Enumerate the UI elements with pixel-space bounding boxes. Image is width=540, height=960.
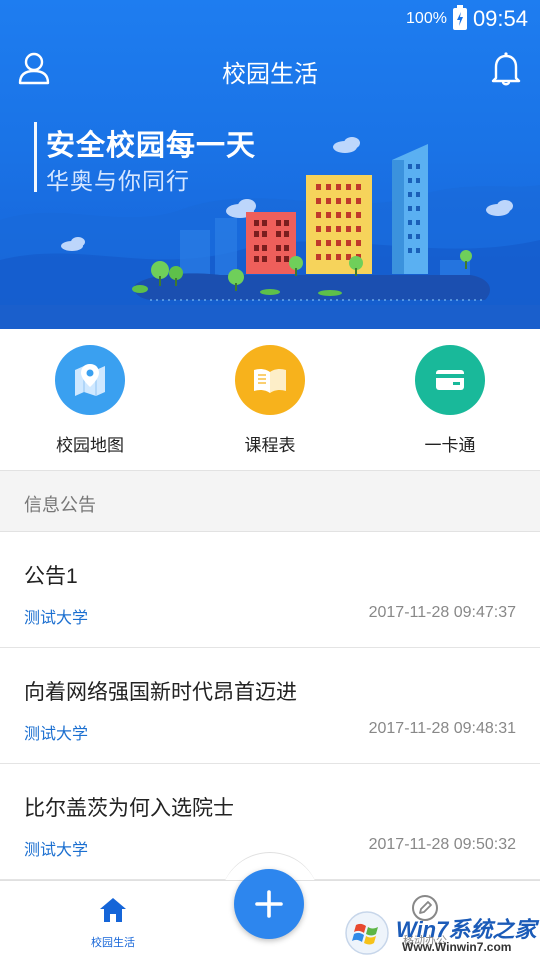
campus-card-label: 一卡通 (424, 436, 476, 455)
open-book-icon (254, 368, 286, 393)
notice-title: 公告1 (24, 565, 78, 588)
notice-time: 2017-11-28 09:50:32 (368, 836, 516, 853)
card-icon (436, 370, 464, 390)
plus-icon (255, 890, 283, 918)
watermark-url: Www.Winwin7.com (402, 940, 512, 954)
notices-section-header: 信息公告 (0, 470, 540, 532)
campus-card-icon-circle (415, 345, 485, 415)
status-bar: 100% 09:54 (0, 0, 540, 36)
campus-card-button[interactable]: 一卡通 (385, 345, 515, 456)
notice-title: 向着网络强国新时代昂首迈进 (24, 681, 297, 704)
title-bar: 校园生活 (0, 44, 540, 92)
notices-section-title: 信息公告 (24, 495, 96, 515)
notice-source: 测试大学 (24, 726, 89, 743)
bell-icon (491, 52, 521, 86)
notice-source: 测试大学 (24, 842, 89, 859)
banner-accent-bar (34, 122, 37, 192)
campus-map-button[interactable]: 校园地图 (25, 345, 155, 456)
hero-header: 100% 09:54 校园生活 安全校园每一天 华奥与你同行 (0, 0, 540, 329)
add-button[interactable] (234, 869, 304, 939)
notice-time: 2017-11-28 09:47:37 (368, 604, 516, 621)
home-icon (100, 898, 126, 922)
list-item[interactable]: 公告1 测试大学 2017-11-28 09:47:37 (0, 532, 540, 648)
windows-logo-icon (345, 911, 389, 955)
watermark: Win7系统之家 Www.Winwin7.com (342, 906, 540, 960)
list-item[interactable]: 向着网络强国新时代昂首迈进 测试大学 2017-11-28 09:48:31 (0, 648, 540, 764)
campus-map-label: 校园地图 (56, 436, 124, 455)
notifications-button[interactable] (488, 50, 524, 86)
banner-headline: 安全校园每一天 (46, 130, 257, 162)
banner-subtitle: 华奥与你同行 (46, 168, 190, 194)
quick-actions: 校园地图 课程表 一卡通 (0, 329, 540, 470)
battery-icon (452, 5, 467, 30)
timetable-button[interactable]: 课程表 (205, 345, 335, 456)
notice-time: 2017-11-28 09:48:31 (368, 720, 516, 737)
page-title: 校园生活 (222, 61, 318, 88)
clock: 09:54 (472, 6, 528, 31)
campus-map-icon-circle (55, 345, 125, 415)
map-pin-icon (75, 364, 105, 396)
timetable-icon-circle (235, 345, 305, 415)
nav-campus-life-label: 校园生活 (91, 937, 135, 949)
timetable-label: 课程表 (244, 436, 296, 455)
banner[interactable]: 安全校园每一天 华奥与你同行 (0, 100, 540, 329)
nav-campus-life[interactable]: 校园生活 (84, 895, 142, 950)
battery-percent: 100% (406, 10, 447, 27)
notice-source: 测试大学 (24, 610, 89, 627)
notice-title: 比尔盖茨为何入选院士 (24, 797, 234, 820)
